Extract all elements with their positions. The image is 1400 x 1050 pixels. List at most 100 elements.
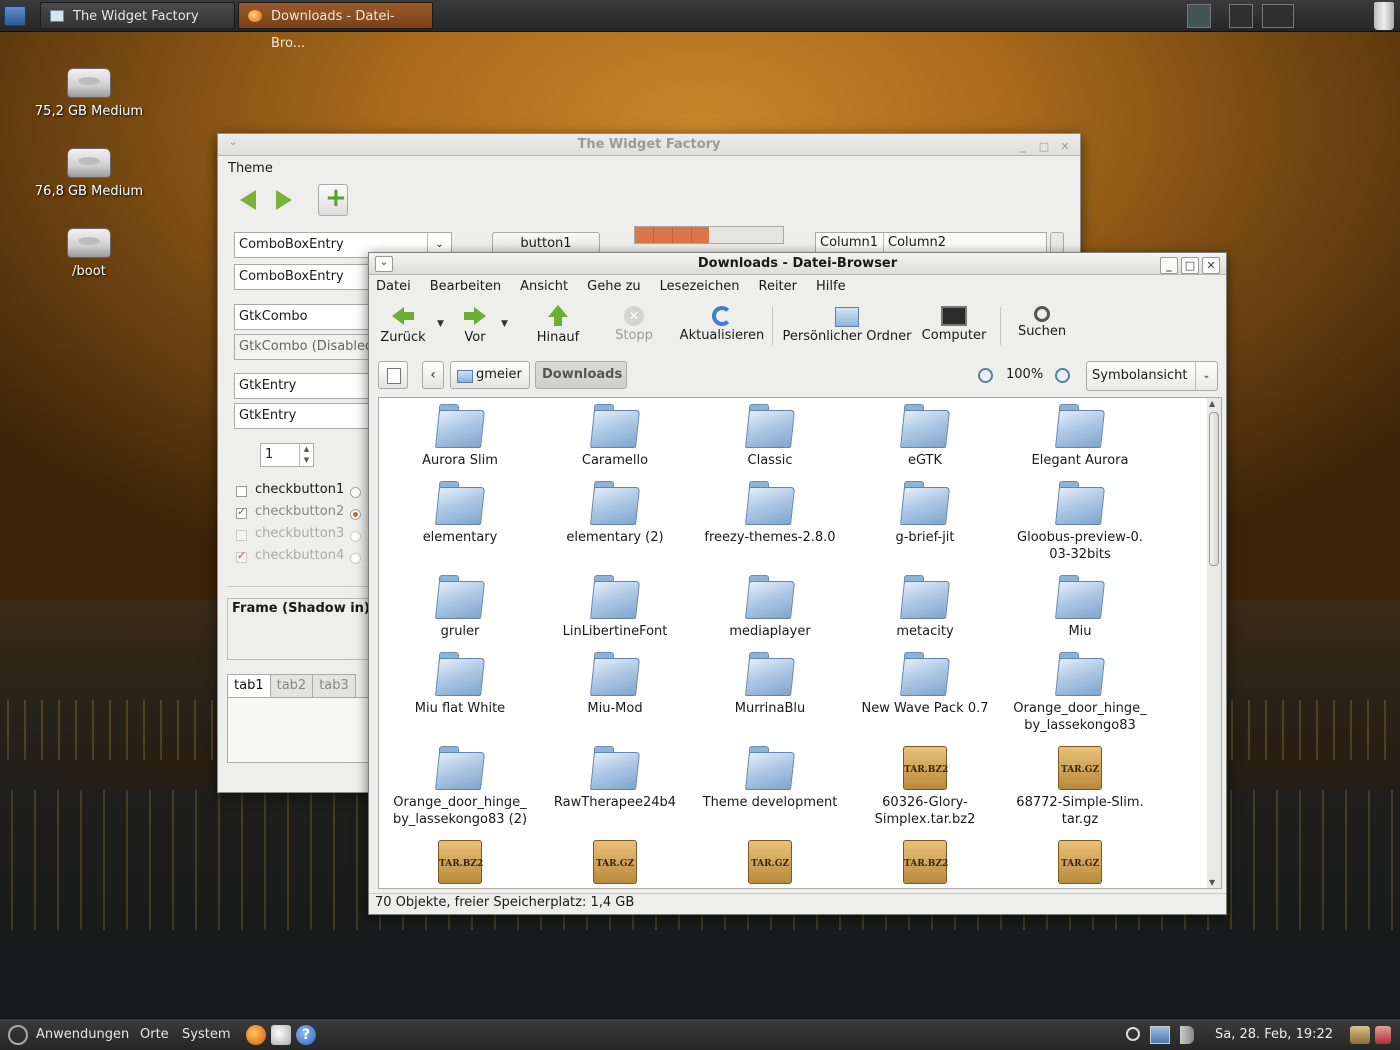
checkbutton-2-box[interactable]: [236, 505, 247, 519]
menu-hilfe[interactable]: Hilfe: [813, 279, 849, 294]
folder-item[interactable]: Gloobus-preview-0. 03-32bits: [1005, 481, 1155, 563]
trash-icon[interactable]: [1374, 2, 1394, 30]
scrollbar[interactable]: [1050, 232, 1064, 254]
gtkcombo[interactable]: GtkCombo: [234, 304, 374, 330]
archive-item[interactable]: TAR.BZ2: [385, 840, 535, 888]
help-icon[interactable]: ?: [296, 1025, 316, 1045]
folder-item[interactable]: Miu-Mod: [540, 652, 690, 717]
spin-button[interactable]: 1 ▲ ▼: [260, 443, 314, 467]
scroll-down-icon[interactable]: ▼: [1209, 878, 1215, 887]
folder-item[interactable]: Theme development: [695, 746, 845, 811]
menu-lesezeichen[interactable]: Lesezeichen: [657, 279, 743, 294]
chevron-down-icon[interactable]: ⌄: [1195, 362, 1217, 390]
stop-button[interactable]: ✕ Stopp: [609, 299, 659, 343]
shutdown-icon[interactable]: [1375, 1026, 1391, 1044]
folder-item[interactable]: mediaplayer: [695, 575, 845, 640]
archive-item[interactable]: TAR.BZ2: [850, 840, 1000, 888]
close-button[interactable]: ✕: [1202, 257, 1220, 274]
tab-2[interactable]: tab2: [269, 674, 314, 698]
workspace-switcher-1[interactable]: [1187, 4, 1211, 28]
titlebar[interactable]: ⌄ The Widget Factory _ □ ✕: [218, 134, 1080, 156]
volume-icon[interactable]: [1180, 1026, 1194, 1044]
zoom-in-icon[interactable]: [1055, 368, 1070, 383]
taskbar-button-widget-factory[interactable]: The Widget Factory: [40, 2, 235, 29]
column-header-1[interactable]: Column1: [816, 233, 884, 253]
gtkentry-2[interactable]: GtkEntry: [234, 403, 374, 429]
folder-item[interactable]: New Wave Pack 0.7: [850, 652, 1000, 717]
network-icon[interactable]: [1150, 1026, 1170, 1044]
next-button[interactable]: [270, 184, 300, 216]
forward-history-chevron-icon[interactable]: ▼: [501, 319, 508, 329]
forward-button[interactable]: Vor: [457, 299, 493, 345]
menu-reiter[interactable]: Reiter: [756, 279, 801, 294]
gtkentry-1[interactable]: GtkEntry: [234, 373, 374, 399]
desktop-icon-drive-2[interactable]: 76,8 GB Medium: [24, 148, 154, 199]
workspace-switcher-3[interactable]: [1262, 4, 1294, 28]
gnome-foot-icon[interactable]: [8, 1025, 28, 1045]
view-mode-select[interactable]: Symbolansicht ⌄: [1086, 361, 1218, 391]
icon-view[interactable]: Aurora Slim Caramello Classic eGTK Elegant A…: [378, 397, 1208, 889]
tab-1[interactable]: tab1: [227, 674, 271, 699]
menu-places[interactable]: Orte: [140, 1027, 169, 1042]
theme-menu[interactable]: Theme: [228, 161, 273, 176]
checkbutton-2-label[interactable]: checkbutton2: [255, 504, 344, 519]
desktop-icon-boot[interactable]: /boot: [24, 228, 154, 279]
computer-button[interactable]: Computer: [919, 299, 989, 343]
search-button[interactable]: Suchen: [1015, 299, 1069, 339]
radiobutton-2[interactable]: [350, 509, 361, 520]
workspace-switcher-2[interactable]: [1229, 4, 1253, 28]
archive-item[interactable]: TAR.GZ: [540, 840, 690, 888]
folder-item[interactable]: freezy-themes-2.8.0: [695, 481, 845, 546]
folder-item[interactable]: Miu flat White: [385, 652, 535, 717]
folder-item[interactable]: Caramello: [540, 404, 690, 469]
folder-item[interactable]: elementary (2): [540, 481, 690, 546]
path-scroll-left-icon[interactable]: ‹: [422, 361, 444, 389]
radiobutton-1[interactable]: [350, 487, 361, 498]
folder-item[interactable]: LinLibertineFont: [540, 575, 690, 640]
path-button-home[interactable]: gmeier: [450, 361, 530, 389]
back-button[interactable]: Zurück: [375, 299, 431, 345]
folder-item[interactable]: metacity: [850, 575, 1000, 640]
add-button[interactable]: [318, 183, 348, 216]
folder-item[interactable]: gruler: [385, 575, 535, 640]
menu-applications[interactable]: Anwendungen: [36, 1027, 129, 1042]
menu-system[interactable]: System: [182, 1027, 230, 1042]
path-button-current[interactable]: Downloads: [535, 361, 627, 389]
menu-datei[interactable]: Datei: [373, 279, 414, 294]
menu-gehe-zu[interactable]: Gehe zu: [584, 279, 644, 294]
tab-3[interactable]: tab3: [312, 674, 356, 698]
close-button[interactable]: ✕: [1056, 139, 1074, 156]
folder-item[interactable]: Miu: [1005, 575, 1155, 640]
archive-item[interactable]: TAR.GZ 68772-Simple-Slim. tar.gz: [1005, 746, 1155, 828]
up-button[interactable]: Hinauf: [533, 299, 583, 345]
folder-item[interactable]: MurrinaBlu: [695, 652, 845, 717]
maximize-button[interactable]: □: [1035, 139, 1053, 156]
checkbutton-1-box[interactable]: [236, 486, 247, 497]
scroll-up-icon[interactable]: ▲: [1209, 399, 1215, 408]
folder-item[interactable]: Aurora Slim: [385, 404, 535, 469]
reload-button[interactable]: Aktualisieren: [675, 299, 769, 343]
vertical-scrollbar[interactable]: ▲ ▼: [1207, 397, 1222, 889]
window-menu-button[interactable]: ⌄: [224, 137, 242, 153]
back-history-chevron-icon[interactable]: ▼: [437, 319, 444, 329]
folder-item[interactable]: RawTherapee24b4: [540, 746, 690, 811]
home-button[interactable]: Persönlicher Ordner: [781, 299, 913, 344]
scrollbar-thumb[interactable]: [1209, 412, 1219, 566]
folder-item[interactable]: Orange_door_hinge_ by_lassekongo83 (2): [385, 746, 535, 828]
archive-item[interactable]: TAR.BZ2 60326-Glory- Simplex.tar.bz2: [850, 746, 1000, 828]
archive-item[interactable]: TAR.GZ: [695, 840, 845, 888]
clock[interactable]: Sa, 28. Feb, 19:22: [1215, 1027, 1333, 1042]
search-icon[interactable]: [1126, 1027, 1140, 1041]
window-menu-button[interactable]: ⌄: [375, 256, 393, 272]
comboboxentry-2[interactable]: ComboBoxEntry: [234, 264, 374, 290]
folder-item[interactable]: g-brief-jit: [850, 481, 1000, 546]
archive-item[interactable]: TAR.GZ: [1005, 840, 1155, 888]
firefox-icon[interactable]: [246, 1025, 266, 1045]
minimize-button[interactable]: _: [1014, 139, 1032, 156]
prev-button[interactable]: [234, 184, 264, 216]
column-header-2[interactable]: Column2: [884, 233, 946, 253]
user-switcher-icon[interactable]: [1350, 1026, 1370, 1044]
menu-bearbeiten[interactable]: Bearbeiten: [427, 279, 504, 294]
spin-arrows-icon[interactable]: ▲ ▼: [299, 444, 313, 466]
folder-item[interactable]: Classic: [695, 404, 845, 469]
